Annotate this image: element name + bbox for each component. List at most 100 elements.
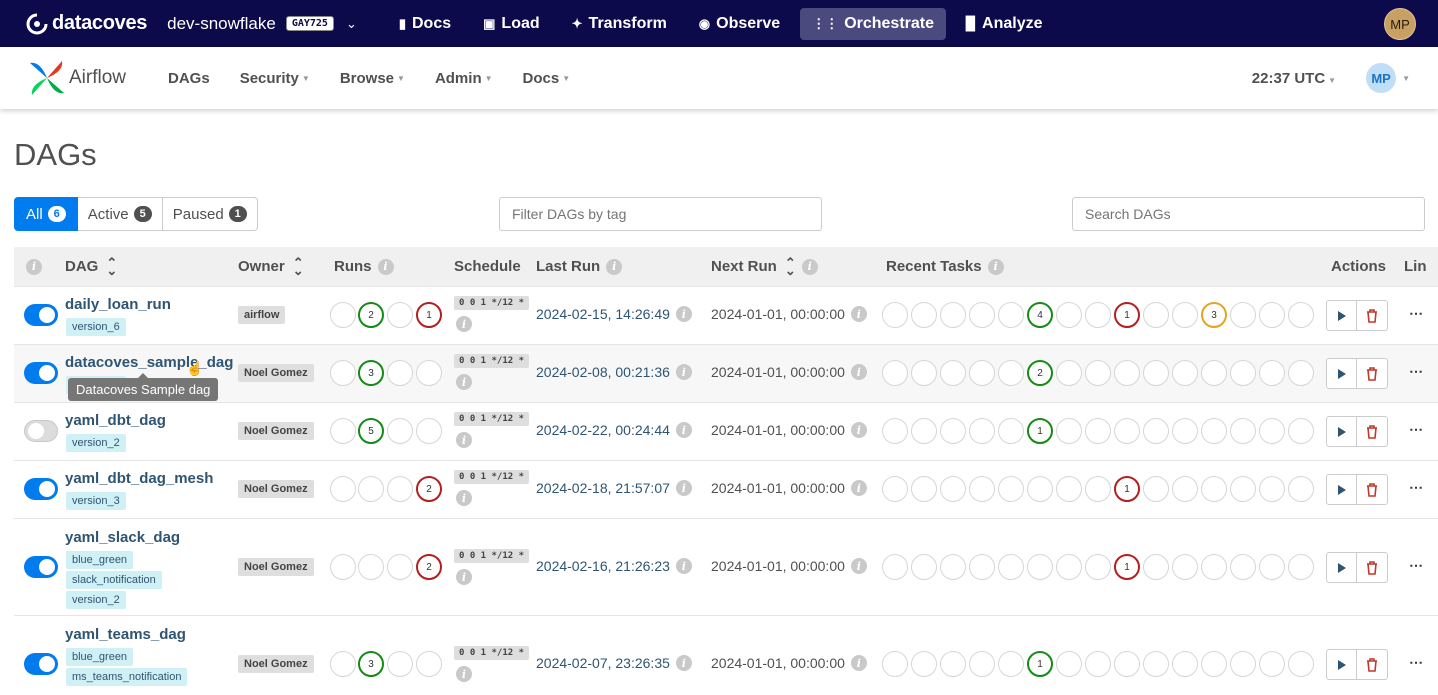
task-status-circle[interactable]: 3 [1201, 302, 1227, 328]
info-icon[interactable]: i [675, 480, 692, 496]
task-status-circle[interactable] [998, 651, 1024, 677]
info-icon[interactable]: i [850, 558, 867, 574]
menu-admin[interactable]: Admin ▼ [435, 70, 493, 87]
owner-badge[interactable]: Noel Gomez [238, 422, 314, 440]
dag-tag[interactable]: blue_green [66, 551, 134, 569]
run-status-circle[interactable]: 1 [416, 302, 442, 328]
run-status-circle[interactable] [416, 360, 442, 386]
task-status-circle[interactable] [882, 651, 908, 677]
task-status-circle[interactable] [969, 418, 995, 444]
last-run-date[interactable]: 2024-02-15, 14:26:49 i [536, 306, 692, 322]
dag-link[interactable]: yaml_dbt_dag [65, 412, 166, 429]
info-icon[interactable]: i [850, 655, 867, 671]
datacoves-logo[interactable]: datacoves [26, 12, 147, 35]
task-status-circle[interactable] [1230, 360, 1256, 386]
info-icon[interactable]: i [675, 558, 692, 574]
owner-badge[interactable]: Noel Gomez [238, 558, 314, 576]
filter-all-button[interactable]: All 6 [14, 197, 78, 231]
info-icon[interactable]: i [456, 316, 472, 332]
info-icon[interactable]: i [850, 422, 867, 438]
topnav-observe[interactable]: ◉ Observe [687, 8, 792, 40]
task-status-circle[interactable]: 4 [1027, 302, 1053, 328]
dag-pause-toggle[interactable] [24, 653, 58, 675]
dag-link[interactable]: yaml_dbt_dag_mesh [65, 470, 213, 487]
task-status-circle[interactable] [1085, 554, 1111, 580]
dag-pause-toggle[interactable] [24, 420, 58, 442]
run-status-circle[interactable] [416, 418, 442, 444]
run-status-circle[interactable] [358, 554, 384, 580]
topnav-transform[interactable]: ✦ Transform [560, 8, 679, 40]
owner-badge[interactable]: Noel Gomez [238, 364, 314, 382]
task-status-circle[interactable] [1288, 360, 1314, 386]
last-run-date[interactable]: 2024-02-16, 21:26:23 i [536, 558, 692, 574]
run-status-circle[interactable]: 3 [358, 360, 384, 386]
task-status-circle[interactable] [1288, 418, 1314, 444]
task-status-circle[interactable] [882, 360, 908, 386]
dag-tag[interactable]: version_2 [66, 434, 126, 452]
airflow-logo[interactable]: Airflow [28, 59, 126, 97]
dag-pause-toggle[interactable] [24, 304, 58, 326]
last-run-text[interactable]: 2024-02-15, 14:26:49 [536, 306, 670, 322]
run-status-circle[interactable] [330, 651, 356, 677]
more-links-icon[interactable]: ⋯ [1409, 421, 1424, 438]
trigger-dag-button[interactable] [1326, 474, 1357, 505]
schedule-badge[interactable]: 0 0 1 */12 * [454, 296, 530, 310]
task-status-circle[interactable] [1114, 360, 1140, 386]
header-next-run[interactable]: Next Run ⌃ ⌄ i [711, 247, 818, 286]
owner-badge[interactable]: Noel Gomez [238, 480, 314, 498]
environment-selector[interactable]: dev-snowflake GAY725 ⌄ [167, 14, 357, 34]
last-run-text[interactable]: 2024-02-08, 00:21:36 [536, 364, 670, 380]
task-status-circle[interactable] [1085, 651, 1111, 677]
task-status-circle[interactable] [1259, 554, 1285, 580]
topnav-docs[interactable]: ▮ Docs [387, 8, 463, 40]
delete-dag-button[interactable] [1357, 300, 1388, 331]
last-run-text[interactable]: 2024-02-07, 23:26:35 [536, 655, 670, 671]
schedule-badge[interactable]: 0 0 1 */12 * [454, 412, 530, 426]
task-status-circle[interactable] [969, 554, 995, 580]
run-status-circle[interactable] [387, 476, 413, 502]
task-status-circle[interactable] [1085, 302, 1111, 328]
task-status-circle[interactable] [1201, 360, 1227, 386]
task-status-circle[interactable] [1288, 476, 1314, 502]
dag-tag[interactable]: version_6 [66, 318, 126, 336]
run-status-circle[interactable] [387, 360, 413, 386]
task-status-circle[interactable] [1085, 476, 1111, 502]
task-status-circle[interactable] [940, 302, 966, 328]
search-dags-input[interactable] [1072, 197, 1425, 231]
airflow-user-avatar[interactable]: MP [1366, 63, 1397, 93]
delete-dag-button[interactable] [1357, 358, 1388, 389]
dag-pause-toggle[interactable] [24, 556, 58, 578]
task-status-circle[interactable] [1143, 302, 1169, 328]
tag-filter-input[interactable] [499, 197, 822, 231]
task-status-circle[interactable] [998, 476, 1024, 502]
schedule-badge[interactable]: 0 0 1 */12 * [454, 549, 530, 563]
dag-link[interactable]: daily_loan_run [65, 296, 171, 313]
dag-link[interactable]: yaml_slack_dag [65, 529, 180, 546]
run-status-circle[interactable] [387, 554, 413, 580]
trigger-dag-button[interactable] [1326, 649, 1357, 680]
task-status-circle[interactable] [940, 554, 966, 580]
run-status-circle[interactable]: 3 [358, 651, 384, 677]
user-avatar[interactable]: MP [1384, 8, 1416, 40]
trigger-dag-button[interactable] [1326, 552, 1357, 583]
task-status-circle[interactable]: 1 [1027, 651, 1053, 677]
task-status-circle[interactable] [1172, 302, 1198, 328]
task-status-circle[interactable] [911, 554, 937, 580]
info-icon[interactable]: i [850, 306, 867, 322]
dag-tag[interactable]: slack_notification [66, 571, 162, 589]
task-status-circle[interactable] [1143, 360, 1169, 386]
delete-dag-button[interactable] [1357, 552, 1388, 583]
info-icon[interactable]: i [456, 374, 472, 390]
task-status-circle[interactable] [1259, 476, 1285, 502]
run-status-circle[interactable]: 2 [416, 554, 442, 580]
task-status-circle[interactable] [1085, 360, 1111, 386]
task-status-circle[interactable] [1201, 651, 1227, 677]
dag-tag[interactable]: ms_teams_notification [66, 668, 188, 686]
task-status-circle[interactable] [940, 360, 966, 386]
task-status-circle[interactable] [1288, 651, 1314, 677]
header-dag[interactable]: DAG ⌃ ⌄ [65, 247, 117, 286]
schedule-badge[interactable]: 0 0 1 */12 * [454, 470, 530, 484]
info-icon[interactable]: i [675, 306, 692, 322]
menu-dags[interactable]: DAGs [168, 70, 210, 87]
info-icon[interactable]: i [850, 480, 867, 496]
